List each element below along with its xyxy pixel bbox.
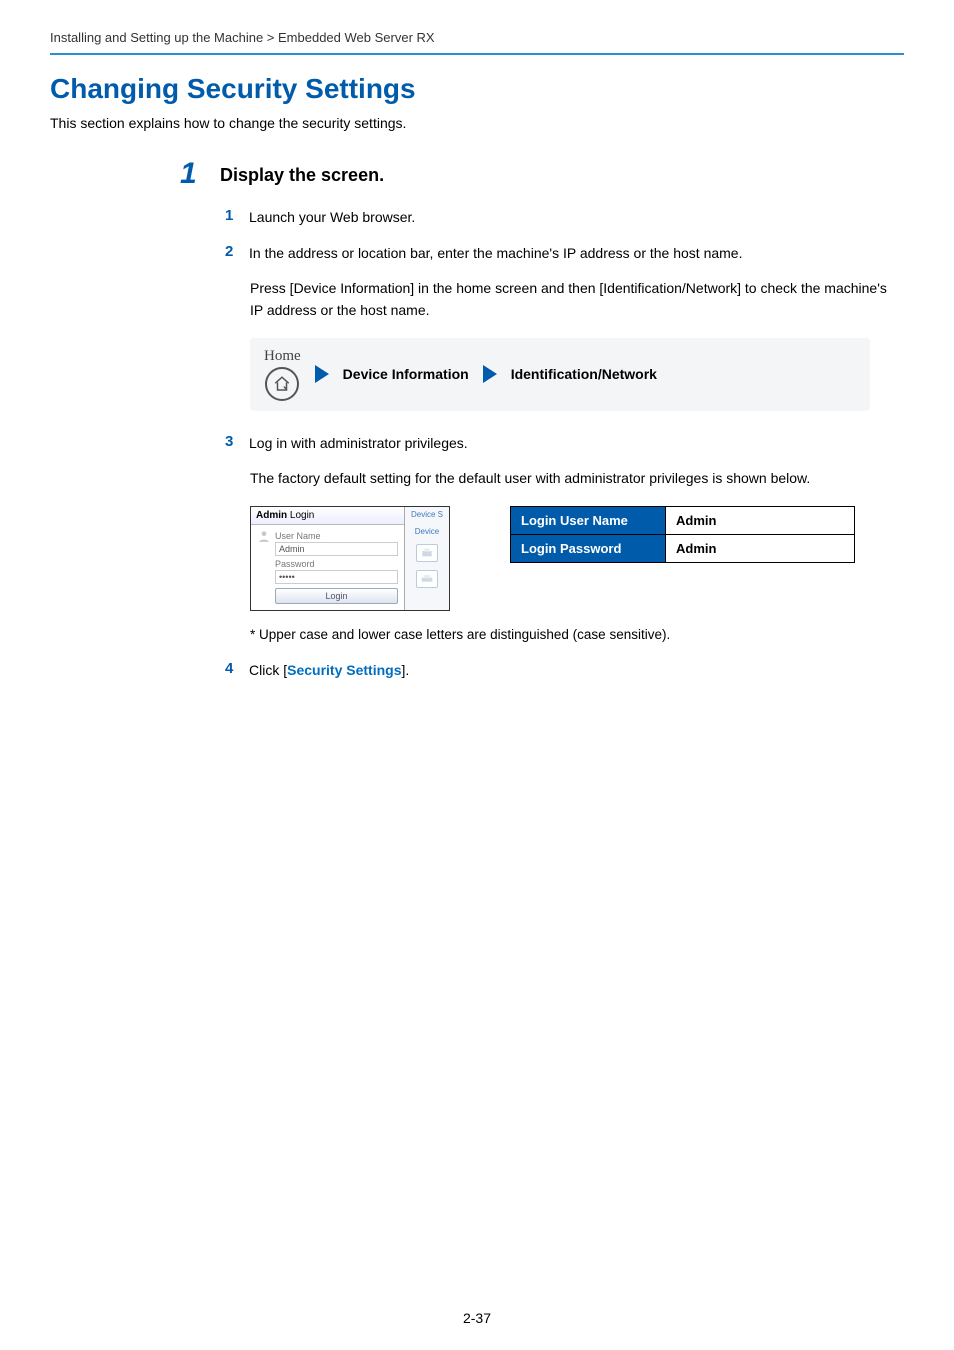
arrow-right-icon bbox=[483, 365, 497, 383]
arrow-right-icon bbox=[315, 365, 329, 383]
login-password-header: Login Password bbox=[511, 535, 666, 563]
scanner-icon[interactable] bbox=[416, 570, 438, 588]
login-row: Admin Login User Name Admin Password •••… bbox=[250, 506, 904, 611]
substep-3-note: The factory default setting for the defa… bbox=[250, 468, 890, 490]
substep-1: 1 Launch your Web browser. bbox=[225, 207, 904, 229]
login-user-name-value: Admin bbox=[666, 507, 855, 535]
substep-2-number: 2 bbox=[225, 243, 237, 265]
substep-4-pre: Click [ bbox=[249, 662, 287, 678]
substep-4-post: ]. bbox=[402, 662, 410, 678]
step-1-number: 1 bbox=[180, 159, 220, 189]
substep-4-text: Click [Security Settings]. bbox=[249, 660, 904, 682]
login-title-bold: Admin bbox=[256, 510, 287, 521]
substep-1-number: 1 bbox=[225, 207, 237, 229]
table-row: Login Password Admin bbox=[511, 535, 855, 563]
home-label: Home bbox=[264, 348, 301, 365]
substep-4-number: 4 bbox=[225, 660, 237, 682]
substep-2: 2 In the address or location bar, enter … bbox=[225, 243, 904, 265]
substep-2-note: Press [Device Information] in the home s… bbox=[250, 278, 890, 321]
nav-path-panel: Home Device Information Identification/N… bbox=[250, 338, 870, 411]
user-icon bbox=[257, 529, 271, 543]
table-row: Login User Name Admin bbox=[511, 507, 855, 535]
substep-4: 4 Click [Security Settings]. bbox=[225, 660, 904, 682]
page-number: 2-37 bbox=[0, 1310, 954, 1326]
printer-icon[interactable] bbox=[416, 544, 438, 562]
password-label: Password bbox=[275, 559, 398, 569]
breadcrumb: Installing and Setting up the Machine > … bbox=[50, 30, 904, 45]
header-rule bbox=[50, 53, 904, 55]
login-user-name-header: Login User Name bbox=[511, 507, 666, 535]
right-top-label: Device S bbox=[411, 510, 443, 519]
nav-identification-network[interactable]: Identification/Network bbox=[511, 366, 657, 382]
substep-3-text: Log in with administrator privileges. bbox=[249, 433, 904, 455]
password-input[interactable]: ••••• bbox=[275, 570, 398, 584]
login-screenshot: Admin Login User Name Admin Password •••… bbox=[250, 506, 450, 611]
username-input[interactable]: Admin bbox=[275, 542, 398, 556]
login-title-rest: Login bbox=[287, 510, 314, 521]
substep-3-number: 3 bbox=[225, 433, 237, 455]
home-column: Home bbox=[264, 348, 301, 401]
step-1-title: Display the screen. bbox=[220, 159, 384, 189]
substep-2-text: In the address or location bar, enter th… bbox=[249, 243, 904, 265]
page-title: Changing Security Settings bbox=[50, 73, 904, 105]
substep-1-text: Launch your Web browser. bbox=[249, 207, 904, 229]
right-device-label: Device bbox=[415, 527, 439, 536]
security-settings-link[interactable]: Security Settings bbox=[287, 662, 401, 678]
login-password-value: Admin bbox=[666, 535, 855, 563]
credentials-table: Login User Name Admin Login Password Adm… bbox=[510, 506, 855, 563]
login-title: Admin Login bbox=[251, 507, 404, 525]
login-button[interactable]: Login bbox=[275, 588, 398, 604]
home-icon[interactable] bbox=[265, 367, 299, 401]
intro-text: This section explains how to change the … bbox=[50, 115, 904, 131]
username-label: User Name bbox=[275, 531, 398, 541]
case-sensitive-note: * Upper case and lower case letters are … bbox=[250, 627, 904, 642]
substep-3: 3 Log in with administrator privileges. bbox=[225, 433, 904, 455]
step-1-header: 1 Display the screen. bbox=[180, 159, 904, 189]
nav-device-info[interactable]: Device Information bbox=[343, 366, 469, 382]
